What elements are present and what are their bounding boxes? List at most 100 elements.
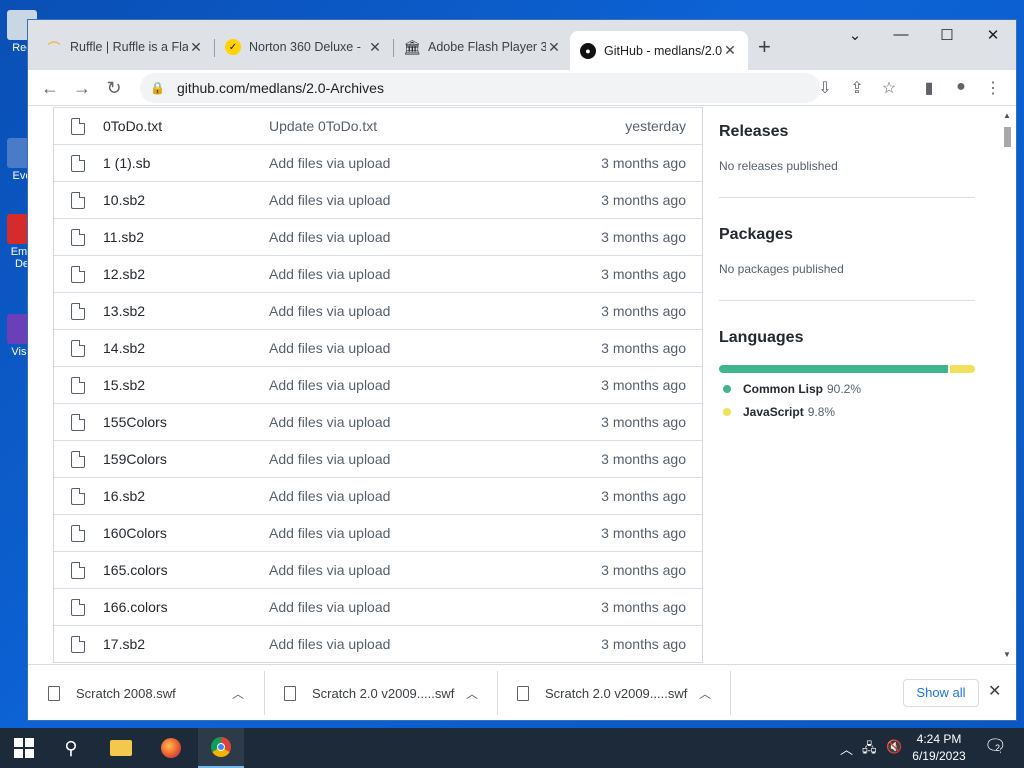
language-item[interactable]: Common Lisp 90.2% [719,382,975,396]
tab-search-icon[interactable]: ⌄ [840,26,870,44]
table-row[interactable]: 165.colors Add files via upload 3 months a… [54,551,702,588]
tray-overflow-chevron-icon[interactable]: ︿ [840,739,853,758]
commit-message[interactable]: Add files via upload [269,636,562,652]
scroll-up-arrow-icon[interactable]: ▲ [1003,111,1011,120]
repo-sidebar: Releases No releases published Packages … [719,107,975,419]
table-row[interactable]: 15.sb2 Add files via upload 3 months ago [54,366,702,403]
address-bar[interactable]: 🔒 github.com/medlans/2.0-Archives [140,73,820,103]
tab-title: Adobe Flash Player 3 [428,40,546,54]
tab-ruffle[interactable]: ⌒ Ruffle | Ruffle is a Flash ✕ [36,31,214,63]
scrollbar-thumb[interactable] [1004,127,1011,147]
bookmark-star-icon[interactable]: ☆ [878,78,900,98]
close-icon[interactable]: ✕ [188,39,204,56]
table-row[interactable]: 11.sb2 Add files via upload 3 months ago [54,218,702,255]
close-icon[interactable]: ✕ [367,39,383,56]
clock[interactable]: 4:24 PM 6/19/2023 [904,731,974,765]
table-row[interactable]: 160Colors Add files via upload 3 months ag… [54,514,702,551]
file-name[interactable]: 14.sb2 [103,340,269,356]
commit-message[interactable]: Add files via upload [269,303,562,319]
file-name[interactable]: 1 (1).sb [103,155,269,171]
table-row[interactable]: 16.sb2 Add files via upload 3 months ago [54,477,702,514]
commit-message[interactable]: Add files via upload [269,229,562,245]
firefox-icon[interactable] [148,728,194,768]
network-icon[interactable]: 🖧 [862,739,877,761]
chevron-up-icon[interactable]: ︿ [695,685,715,702]
commit-message[interactable]: Add files via upload [269,414,562,430]
tab-github[interactable]: ● GitHub - medlans/2.0 ✕ [570,31,748,70]
file-name[interactable]: 159Colors [103,451,269,467]
commit-message[interactable]: Update 0ToDo.txt [269,118,562,134]
commit-message[interactable]: Add files via upload [269,488,562,504]
table-row[interactable]: 12.sb2 Add files via upload 3 months ago [54,255,702,292]
file-name[interactable]: 166.colors [103,599,269,615]
language-item[interactable]: JavaScript 9.8% [719,405,975,419]
file-name[interactable]: 17.sb2 [103,636,269,652]
close-downloads-icon[interactable]: ✕ [988,681,1001,701]
table-row[interactable]: 1 (1).sb Add files via upload 3 months ago [54,144,702,181]
file-name[interactable]: 13.sb2 [103,303,269,319]
commit-message[interactable]: Add files via upload [269,377,562,393]
notifications-icon[interactable]: 🗨2 [984,736,1007,757]
commit-message[interactable]: Add files via upload [269,451,562,467]
volume-muted-icon[interactable]: 🔇 [886,739,902,755]
file-name[interactable]: 160Colors [103,525,269,541]
show-all-button[interactable]: Show all [903,679,979,707]
table-row[interactable]: 159Colors Add files via upload 3 months ag… [54,440,702,477]
table-row[interactable]: 17.sb2 Add files via upload 3 months ago [54,625,702,662]
minimize-button[interactable]: — [886,26,916,43]
commit-message[interactable]: Add files via upload [269,525,562,541]
commit-message[interactable]: Add files via upload [269,562,562,578]
download-item[interactable]: Scratch 2.0 v2009.....swf ︿ [284,673,482,713]
search-icon[interactable]: ⚲ [48,728,94,768]
table-row[interactable]: 13.sb2 Add files via upload 3 months ago [54,292,702,329]
share-icon[interactable]: ⇪ [846,78,868,98]
tab-adobe-flash[interactable]: 🏛 Adobe Flash Player 3 ✕ [394,31,572,63]
file-name[interactable]: 155Colors [103,414,269,430]
download-item[interactable]: Scratch 2.0 v2009.....swf ︿ [517,673,715,713]
scroll-down-arrow-icon[interactable]: ▼ [1003,650,1011,659]
file-explorer-icon[interactable] [98,728,144,768]
table-row[interactable]: 155Colors Add files via upload 3 months ag… [54,403,702,440]
file-list: 0ToDo.txt Update 0ToDo.txt yesterday 1 (1).… [53,107,703,663]
language-name: JavaScript [743,405,804,419]
file-name[interactable]: 12.sb2 [103,266,269,282]
back-button[interactable]: ← [38,76,62,100]
file-name[interactable]: 165.colors [103,562,269,578]
commit-message[interactable]: Add files via upload [269,340,562,356]
tab-norton[interactable]: ✓ Norton 360 Deluxe - ✕ [215,31,393,63]
start-button[interactable] [14,738,34,758]
profile-avatar-icon[interactable]: ● [950,78,972,96]
file-name[interactable]: 0ToDo.txt [103,118,269,134]
vertical-scrollbar[interactable]: ▲ ▼ [1000,107,1016,663]
menu-kebab-icon[interactable]: ⋮ [982,78,1004,98]
file-name[interactable]: 16.sb2 [103,488,269,504]
commit-message[interactable]: Add files via upload [269,266,562,282]
side-panel-icon[interactable]: ▮ [918,78,940,98]
commit-message[interactable]: Add files via upload [269,599,562,615]
reload-button[interactable]: ↻ [102,76,126,100]
commit-date: 3 months ago [601,340,686,356]
close-icon[interactable]: ✕ [546,39,562,56]
close-icon[interactable]: ✕ [722,42,738,59]
table-row[interactable]: 10.sb2 Add files via upload 3 months ago [54,181,702,218]
commit-message[interactable]: Add files via upload [269,155,562,171]
file-name[interactable]: 10.sb2 [103,192,269,208]
commit-date: 3 months ago [601,303,686,319]
table-row[interactable]: 14.sb2 Add files via upload 3 months ago [54,329,702,366]
forward-button[interactable]: → [70,76,94,100]
download-item[interactable]: Scratch 2008.swf ︿ [48,673,248,713]
new-tab-button[interactable]: + [758,34,771,60]
packages-heading[interactable]: Packages [719,226,975,244]
file-name[interactable]: 15.sb2 [103,377,269,393]
chevron-up-icon[interactable]: ︿ [228,685,248,702]
commit-message[interactable]: Add files via upload [269,192,562,208]
close-window-button[interactable]: ✕ [978,26,1008,44]
install-app-icon[interactable]: ⇩ [814,78,836,98]
table-row[interactable]: 0ToDo.txt Update 0ToDo.txt yesterday [54,107,702,144]
table-row[interactable]: 166.colors Add files via upload 3 months a… [54,588,702,625]
chrome-icon[interactable] [198,728,244,768]
file-name[interactable]: 11.sb2 [103,229,269,245]
maximize-button[interactable]: ☐ [932,26,962,44]
releases-heading[interactable]: Releases [719,123,975,141]
chevron-up-icon[interactable]: ︿ [462,685,482,702]
